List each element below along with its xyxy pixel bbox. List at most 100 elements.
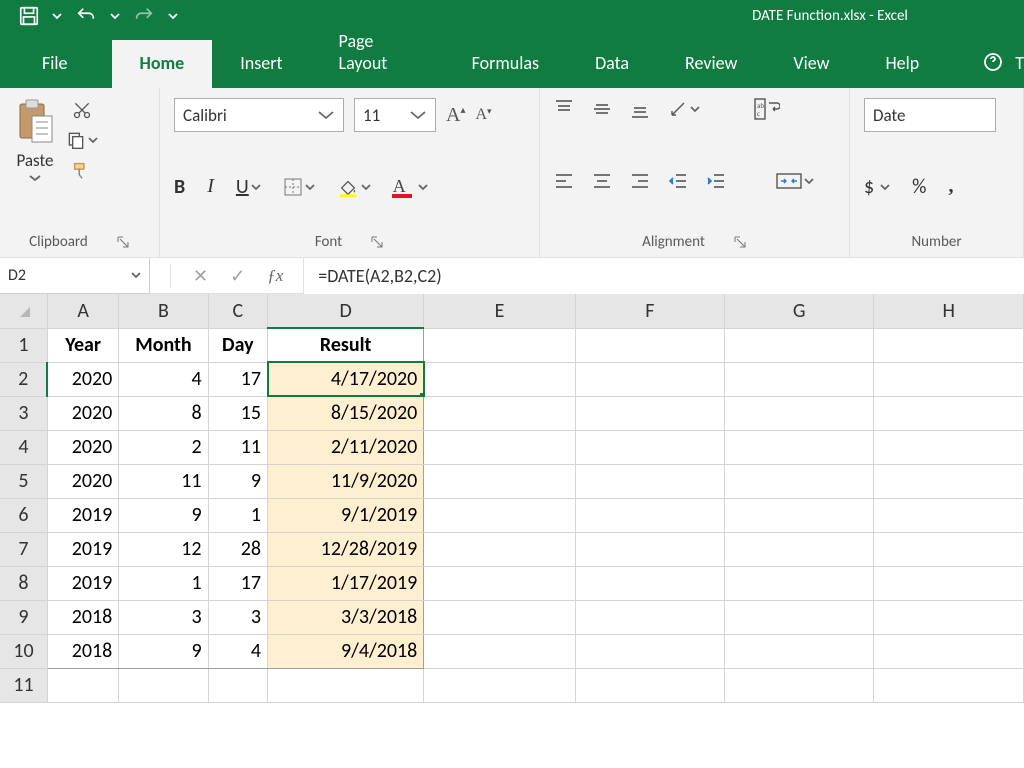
row-header[interactable]: 4 <box>0 430 47 464</box>
cell[interactable]: 11/9/2020 <box>268 464 424 498</box>
cell[interactable]: 2020 <box>47 396 118 430</box>
cell[interactable] <box>874 362 1024 396</box>
cell[interactable] <box>724 498 873 532</box>
decrease-font-icon[interactable]: A▾ <box>475 106 491 124</box>
qat-customize-dropdown[interactable] <box>168 11 178 21</box>
cell-D2-active[interactable]: 4/17/2020 <box>268 362 424 396</box>
cell[interactable]: Month <box>119 328 208 362</box>
cell[interactable] <box>874 464 1024 498</box>
font-launcher-icon[interactable] <box>370 235 384 249</box>
cell[interactable] <box>575 362 724 396</box>
cell[interactable]: 2018 <box>47 600 118 634</box>
cell[interactable] <box>724 566 873 600</box>
cell[interactable]: 17 <box>208 566 267 600</box>
alignment-launcher-icon[interactable] <box>733 235 747 249</box>
cell[interactable] <box>874 532 1024 566</box>
cell[interactable]: 2019 <box>47 532 118 566</box>
font-size-combo[interactable]: 11 <box>354 98 436 132</box>
cell[interactable] <box>424 600 575 634</box>
row-header[interactable]: 6 <box>0 498 47 532</box>
col-header-G[interactable]: G <box>724 294 873 328</box>
cell[interactable]: 3 <box>208 600 267 634</box>
cancel-formula-icon[interactable]: ✕ <box>193 265 208 287</box>
cell[interactable]: 2019 <box>47 566 118 600</box>
cell[interactable]: 15 <box>208 396 267 430</box>
cell[interactable]: 1 <box>208 498 267 532</box>
col-header-F[interactable]: F <box>575 294 724 328</box>
number-format-combo[interactable]: Date <box>864 98 996 132</box>
cell[interactable] <box>874 566 1024 600</box>
cell[interactable]: 9/4/2018 <box>268 634 424 668</box>
font-color-button[interactable]: A <box>393 176 428 198</box>
tab-help[interactable]: Help <box>857 40 947 88</box>
tab-insert[interactable]: Insert <box>212 40 310 88</box>
cell[interactable] <box>424 328 575 362</box>
accounting-format-button[interactable]: $ <box>864 175 890 199</box>
wrap-text-button[interactable]: abc <box>754 98 780 120</box>
cell[interactable] <box>575 600 724 634</box>
align-top-icon[interactable] <box>554 99 574 119</box>
cell[interactable] <box>575 498 724 532</box>
undo-icon[interactable] <box>74 5 98 27</box>
cell[interactable]: 2018 <box>47 634 118 668</box>
align-middle-icon[interactable] <box>592 99 612 119</box>
row-header[interactable]: 7 <box>0 532 47 566</box>
cell[interactable] <box>724 634 873 668</box>
undo-dropdown[interactable] <box>110 11 120 21</box>
cell[interactable] <box>424 668 575 702</box>
row-header[interactable]: 8 <box>0 566 47 600</box>
redo-icon[interactable] <box>132 5 156 27</box>
col-header-B[interactable]: B <box>119 294 208 328</box>
cell[interactable] <box>575 532 724 566</box>
font-name-combo[interactable]: Calibri <box>174 98 344 132</box>
cell[interactable] <box>874 498 1024 532</box>
select-all-corner[interactable] <box>0 294 47 328</box>
col-header-A[interactable]: A <box>47 294 118 328</box>
cell[interactable] <box>874 634 1024 668</box>
cell[interactable] <box>874 600 1024 634</box>
cell[interactable]: 1 <box>119 566 208 600</box>
row-header[interactable]: 1 <box>0 328 47 362</box>
cell[interactable] <box>424 430 575 464</box>
row-header[interactable]: 5 <box>0 464 47 498</box>
formula-bar-input[interactable] <box>303 258 1024 294</box>
qat-save-dropdown[interactable] <box>52 11 62 21</box>
paste-button[interactable]: Paste <box>14 98 56 183</box>
increase-font-icon[interactable]: A▴ <box>446 104 465 127</box>
cell[interactable] <box>575 668 724 702</box>
cell[interactable] <box>575 328 724 362</box>
cell[interactable] <box>724 328 873 362</box>
cell[interactable] <box>575 634 724 668</box>
cell[interactable] <box>424 634 575 668</box>
underline-button[interactable]: U <box>236 175 261 199</box>
cell[interactable]: 4 <box>208 634 267 668</box>
col-header-H[interactable]: H <box>874 294 1024 328</box>
cell[interactable]: 28 <box>208 532 267 566</box>
cell[interactable]: Year <box>47 328 118 362</box>
cell[interactable]: 12/28/2019 <box>268 532 424 566</box>
clipboard-launcher-icon[interactable] <box>116 235 130 249</box>
worksheet-grid[interactable]: A B C D E F G H 1 Year Month Day Result … <box>0 294 1024 703</box>
cell[interactable] <box>724 396 873 430</box>
cell[interactable] <box>119 668 208 702</box>
cell[interactable]: 2019 <box>47 498 118 532</box>
tab-home[interactable]: Home <box>112 40 213 88</box>
cell[interactable] <box>874 328 1024 362</box>
increase-indent-icon[interactable] <box>706 171 726 191</box>
cell[interactable] <box>874 396 1024 430</box>
fx-icon[interactable]: ƒx <box>267 266 283 286</box>
cell[interactable]: 17 <box>208 362 267 396</box>
cell[interactable]: 2020 <box>47 362 118 396</box>
cell[interactable]: 9/1/2019 <box>268 498 424 532</box>
col-header-D[interactable]: D <box>268 294 424 328</box>
cell[interactable] <box>268 668 424 702</box>
cell[interactable]: 4 <box>119 362 208 396</box>
cell[interactable] <box>575 566 724 600</box>
row-header[interactable]: 10 <box>0 634 47 668</box>
align-right-icon[interactable] <box>630 171 650 191</box>
cell[interactable] <box>874 430 1024 464</box>
cell[interactable] <box>724 600 873 634</box>
cell[interactable]: 3/3/2018 <box>268 600 424 634</box>
cell[interactable] <box>575 396 724 430</box>
cell[interactable] <box>575 430 724 464</box>
